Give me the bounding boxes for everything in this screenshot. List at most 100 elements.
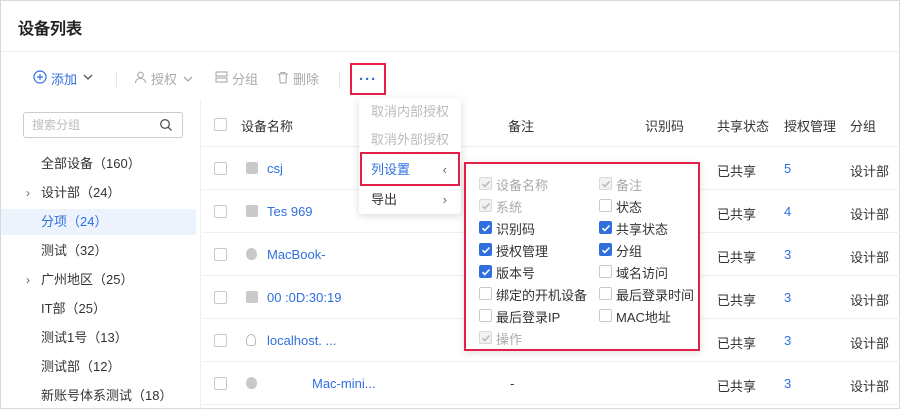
delete-button[interactable]: 删除 [277,69,319,88]
menu-item-cancel-external-auth[interactable]: 取消外部授权 [359,126,461,154]
group-search[interactable] [23,112,183,138]
auth-count-link[interactable]: 4 [784,204,791,219]
group-label: 测试（32） [41,243,108,258]
checkbox-checked-icon [479,199,492,212]
column-option-label: MAC地址 [616,310,671,325]
device-name-link[interactable]: Tes 969 [267,204,313,219]
auth-count-link[interactable]: 3 [784,376,791,391]
auth-count-link[interactable]: 3 [784,333,791,348]
row-checkbox[interactable] [214,377,227,390]
share-status: 已共享 [717,250,757,265]
add-label: 添加 [51,72,78,87]
column-option[interactable]: 共享状态 [599,219,699,237]
chevron-right-icon[interactable]: › [26,267,30,293]
select-all-checkbox[interactable] [214,118,227,131]
group-button[interactable]: 分组 [215,69,258,88]
checkbox-icon[interactable] [599,287,612,300]
delete-label: 删除 [293,72,320,87]
windows-icon [246,205,258,217]
column-option[interactable]: MAC地址 [599,307,699,325]
checkbox-icon[interactable] [479,309,492,322]
more-button[interactable]: ··· [350,63,386,95]
column-header-share[interactable]: 共享状态 [717,116,769,135]
column-option-label: 最后登录IP [496,310,561,325]
column-option[interactable]: 版本号 [479,263,579,281]
row-checkbox[interactable] [214,291,227,304]
chevron-right-icon: › [442,192,447,207]
auth-count-link[interactable]: 3 [784,290,791,305]
authorize-label: 授权 [151,72,178,87]
group-item-subitem[interactable]: 分项（24） [1,209,196,235]
server-icon [215,71,228,86]
column-settings-panel: 设备名称 备注 系统 状态 识别码 共享状态 授权管理 分组 版本号 域名访问 绑定的开机设备 最后登… [464,162,700,351]
table-row[interactable]: Mac-mini... - 已共享 3 设计部 [202,362,900,405]
add-button[interactable]: 添加 [33,69,93,88]
group-label: 新账号体系测试（18） [41,388,173,403]
group-item-it[interactable]: IT部（25） [1,296,196,322]
group-item-testdept[interactable]: 测试部（12） [1,354,196,380]
authorize-button[interactable]: 授权 [134,69,193,88]
group-item-design[interactable]: › 设计部（24） [1,180,196,206]
note-cell: - [510,376,515,391]
checkbox-checked-icon[interactable] [479,221,492,234]
column-header-group[interactable]: 分组 [850,116,876,135]
checkbox-icon[interactable] [599,199,612,212]
device-name-link[interactable]: MacBook- [267,247,326,262]
group-cell: 设计部 [850,164,890,179]
chevron-down-icon [83,73,93,84]
share-status: 已共享 [717,164,757,179]
device-name-link[interactable]: 00 :0D:30:19 [267,290,341,305]
checkbox-icon[interactable] [479,287,492,300]
column-option[interactable]: 分组 [599,241,699,259]
device-name-link[interactable]: Mac-mini... [312,376,376,391]
column-option: 备注 [599,175,699,193]
row-checkbox[interactable] [214,334,227,347]
plus-circle-icon [33,70,47,87]
checkbox-checked-icon[interactable] [599,221,612,234]
column-header-name[interactable]: 设备名称 [241,116,293,135]
column-option: 操作 [479,329,579,347]
group-item-all[interactable]: 全部设备（160） [1,151,196,177]
column-option[interactable]: 最后登录IP [479,307,579,325]
row-checkbox[interactable] [214,205,227,218]
checkbox-checked-icon[interactable] [479,243,492,256]
group-item-test[interactable]: 测试（32） [1,238,196,264]
group-item-test1[interactable]: 测试1号（13） [1,325,196,351]
share-status: 已共享 [717,207,757,222]
group-label: 分项（24） [41,214,108,229]
column-header-auth[interactable]: 授权管理 [784,116,836,135]
group-item-newaccount[interactable]: 新账号体系测试（18） [1,383,196,409]
group-search-input[interactable] [32,114,152,136]
checkbox-checked-icon[interactable] [599,243,612,256]
column-option-label: 版本号 [496,266,536,281]
column-option[interactable]: 授权管理 [479,241,579,259]
checkbox-checked-icon[interactable] [479,265,492,278]
column-option[interactable]: 状态 [599,197,699,215]
menu-item-export[interactable]: 导出 › [359,186,461,214]
more-dots-icon: ··· [359,70,377,88]
column-header-id-code[interactable]: 识别码 [645,116,684,135]
column-option[interactable]: 域名访问 [599,263,699,281]
auth-count-link[interactable]: 5 [784,161,791,176]
windows-icon [246,291,258,303]
menu-item-cancel-internal-auth[interactable]: 取消内部授权 [359,98,461,126]
column-header-note[interactable]: 备注 [508,116,534,135]
menu-item-label: 导出 [371,192,398,207]
column-option[interactable]: 绑定的开机设备 [479,285,587,303]
search-icon[interactable] [159,118,173,132]
checkbox-icon[interactable] [599,265,612,278]
chevron-right-icon[interactable]: › [26,180,30,206]
column-option[interactable]: 识别码 [479,219,579,237]
auth-count-link[interactable]: 3 [784,247,791,262]
group-item-guangzhou[interactable]: › 广州地区（25） [1,267,196,293]
trash-icon [277,71,289,87]
device-name-link[interactable]: csj [267,161,283,176]
checkbox-icon[interactable] [599,309,612,322]
row-checkbox[interactable] [214,248,227,261]
column-option[interactable]: 最后登录时间 [599,285,699,303]
column-option-label: 操作 [496,332,523,347]
row-checkbox[interactable] [214,162,227,175]
device-name-link[interactable]: localhost. ... [267,333,336,348]
group-label: 测试部（12） [41,359,121,374]
column-option-label: 备注 [616,178,643,193]
